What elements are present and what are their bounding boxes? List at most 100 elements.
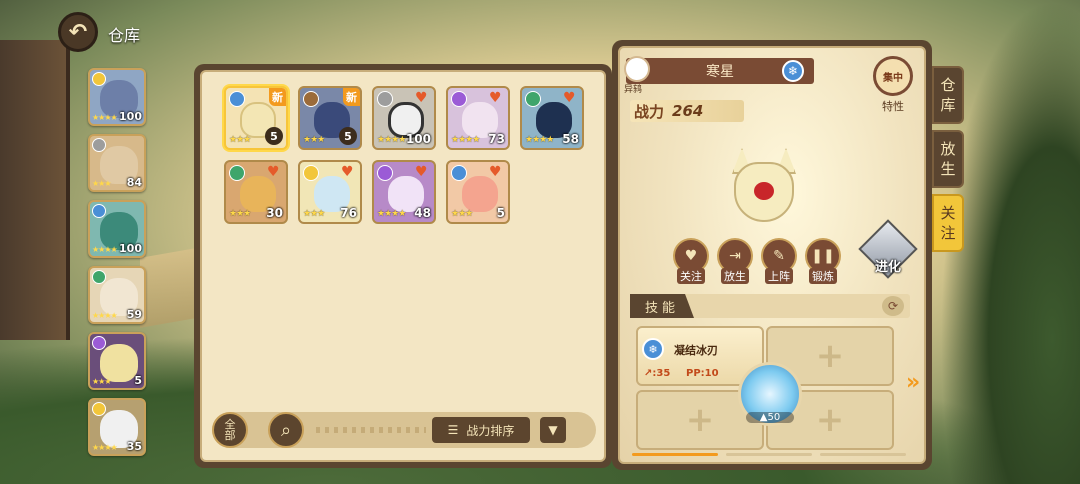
level-label: 35 (126, 440, 142, 453)
creature-card[interactable]: 新 ★★★ 5 (298, 86, 362, 150)
creature-card[interactable]: 新 ★★★ 5 (224, 86, 288, 150)
party-slot[interactable]: ★★★★ 100 (88, 200, 146, 258)
level-label: 59 (126, 308, 142, 321)
trait-icon: 集中 (873, 56, 913, 96)
back-arrow-icon: ↶ (68, 19, 88, 45)
follow-button[interactable]: ♥ 关注 (672, 238, 710, 284)
rarity-stars: ★★★★ (377, 135, 406, 145)
page-dot (632, 453, 718, 456)
chevron-down-icon: ▼ (548, 423, 558, 437)
action-label: 上阵 (765, 268, 793, 284)
new-badge: 新 (343, 88, 360, 106)
tab-label: 生 (940, 160, 956, 178)
creature-type-icon (624, 56, 650, 82)
element-icon (92, 204, 106, 218)
creature-card[interactable]: ♥ ★★★★ 100 (372, 86, 436, 150)
tab-label: 关 (940, 204, 956, 222)
evolve-label: 进化 (874, 260, 901, 275)
search-icon: ⌕ (280, 419, 292, 441)
party-slot[interactable]: ★★★★ 35 (88, 398, 146, 456)
creature-card[interactable]: ♥ ★★★ 5 (446, 160, 510, 224)
level-label: 30 (266, 206, 283, 220)
earth-element-icon (303, 91, 319, 107)
rarity-stars: ★★★ (92, 179, 111, 188)
party-slot[interactable]: ★★★ 5 (88, 332, 146, 390)
filter-label: 部 (224, 429, 236, 442)
combat-power-value: 264 (672, 102, 704, 120)
background-house (0, 40, 70, 340)
release-button[interactable]: ⇥ 放生 (716, 238, 754, 284)
favorite-heart-icon: ♥ (415, 164, 428, 180)
list-icon: ☰ (447, 423, 459, 437)
grass-element-icon (229, 165, 245, 181)
creature-3d-model[interactable] (726, 148, 802, 234)
creature-portrait (462, 176, 498, 212)
level-label: 48 (414, 206, 431, 220)
tab-storage[interactable]: 仓 库 (932, 66, 964, 124)
skills-title: 技能 (630, 294, 694, 318)
party-slot[interactable]: ★★★★ 59 (88, 266, 146, 324)
rarity-stars: ★★★ (451, 209, 473, 219)
toolbar-divider (316, 427, 426, 433)
trait-button[interactable]: 集中 特性 (870, 56, 916, 120)
tab-follow[interactable]: 关 注 (932, 194, 964, 252)
combat-power: 战力 264 (630, 100, 744, 122)
creature-grid: 新 ★★★ 5 新 ★★★ 5 ♥ ★★★★ 100 ♥ ★★★★ 73 ♥ ★… (224, 86, 584, 224)
level-label: 100 (119, 242, 142, 255)
back-button[interactable]: ↶ (58, 12, 98, 52)
creature-card[interactable]: ♥ ★★★★ 58 (520, 86, 584, 150)
rarity-stars: ★★★★ (92, 311, 118, 320)
action-label: 放生 (721, 268, 749, 284)
spirit-element-icon (451, 91, 467, 107)
skill-pp: PP:10 (686, 368, 719, 379)
normal-element-icon (377, 91, 393, 107)
ice-element-icon: ❄ (782, 60, 804, 82)
tab-release[interactable]: 放 生 (932, 130, 964, 188)
level-label: 100 (119, 110, 142, 123)
creature-card[interactable]: ♥ ★★★★ 73 (446, 86, 510, 150)
skills-header: 技能 ⟳ (630, 294, 910, 318)
level-label: 5 (496, 206, 505, 220)
water-element-icon (451, 165, 467, 181)
evolve-button[interactable]: 进化 (858, 219, 918, 284)
level-label: 76 (340, 206, 357, 220)
party-slot[interactable]: ★★★ 84 (88, 134, 146, 192)
sort-label: 战力排序 (466, 423, 515, 438)
creature-detail-panel: 寒星 异鸫 ❄ 战力 264 集中 特性 ♥ 关注 ⇥ 放生 ✎ 上阵 ❚❚ 锻… (612, 40, 932, 470)
level-label: 5 (134, 374, 142, 387)
train-button[interactable]: ❚❚ 锻炼 (804, 238, 842, 284)
rarity-stars: ★★★★ (525, 135, 554, 145)
sort-by-power-button[interactable]: ☰ 战力排序 (432, 417, 530, 443)
sort-dropdown-button[interactable]: ▼ (540, 417, 566, 443)
level-label: 5 (265, 127, 283, 145)
creature-card[interactable]: ♥ ★★★ 76 (298, 160, 362, 224)
rarity-stars: ★★★ (229, 135, 251, 145)
rarity-stars: ★★★★ (377, 209, 406, 219)
rarity-stars: ★★★ (303, 135, 325, 145)
ice-element-icon: ❄ (642, 338, 664, 360)
creature-card[interactable]: ♥ ★★★★ 48 (372, 160, 436, 224)
party-slot[interactable]: ★★★★ 100 (88, 68, 146, 126)
skill-name: 凝结冰刃 (674, 344, 718, 357)
light-element-icon (303, 165, 319, 181)
favorite-heart-icon: ♥ (563, 90, 576, 106)
creature-card[interactable]: ♥ ★★★ 30 (224, 160, 288, 224)
filter-all-button[interactable]: 全部 (212, 412, 248, 448)
creature-type-label: 异鸫 (624, 85, 643, 95)
combat-power-label: 战力 (634, 102, 665, 121)
deploy-button[interactable]: ✎ 上阵 (760, 238, 798, 284)
next-page-arrow[interactable]: » (906, 370, 920, 395)
level-label: 5 (339, 127, 357, 145)
storage-inner: 新 ★★★ 5 新 ★★★ 5 ♥ ★★★★ 100 ♥ ★★★★ 73 ♥ ★… (200, 70, 606, 462)
rarity-stars: ★★★★ (92, 443, 118, 452)
search-button[interactable]: ⌕ (268, 412, 304, 448)
element-icon (92, 402, 106, 416)
ice-element-icon (229, 91, 245, 107)
favorite-heart-icon: ♥ (415, 90, 428, 106)
detail-inner: 寒星 异鸫 ❄ 战力 264 集中 特性 ♥ 关注 ⇥ 放生 ✎ 上阵 ❚❚ 锻… (618, 46, 926, 464)
favorite-heart-icon: ♥ (489, 164, 502, 180)
favorite-heart-icon: ♥ (267, 164, 280, 180)
refresh-icon[interactable]: ⟳ (882, 296, 904, 316)
element-icon (92, 270, 106, 284)
tab-label: 仓 (940, 76, 956, 94)
